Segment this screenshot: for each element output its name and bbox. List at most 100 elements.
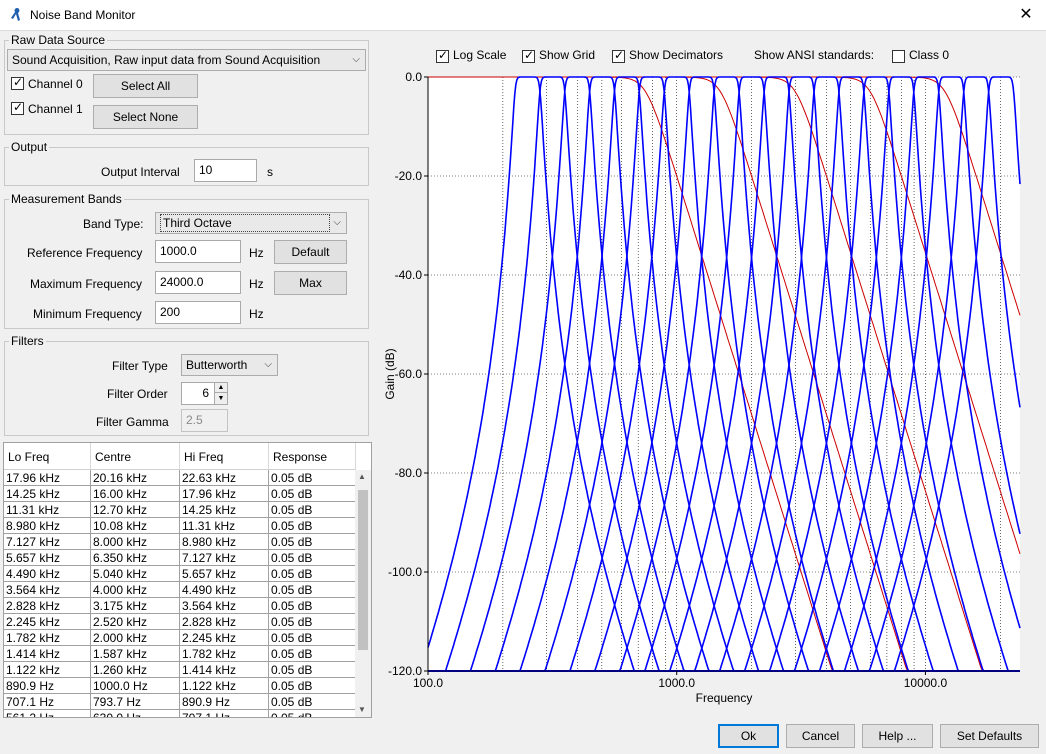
scrollbar-thumb[interactable] [358,490,368,650]
table-cell: 7.127 kHz [4,534,91,550]
column-header-response[interactable]: Response [269,443,356,470]
table-cell: 2.245 kHz [180,630,269,646]
table-cell: 0.05 dB [269,582,356,598]
select-none-button[interactable]: Select None [93,105,198,129]
column-header-centre[interactable]: Centre [91,443,180,470]
table-cell: 561.2 Hz [4,710,91,717]
table-row[interactable]: 17.96 kHz 20.16 kHz 22.63 kHz 0.05 dB [4,470,356,486]
title-bar: Noise Band Monitor ✕ [0,0,1046,31]
raw-data-source-title: Raw Data Source [9,33,108,47]
table-cell: 1000.0 Hz [91,678,180,694]
output-interval-input[interactable]: 10 [194,159,257,182]
table-scrollbar[interactable]: ▲ ▼ [355,470,371,717]
show-grid-checkbox[interactable] [522,48,535,63]
table-cell: 10.08 kHz [91,518,180,534]
cancel-button[interactable]: Cancel [786,724,855,748]
channel-1-checkbox[interactable] [11,100,24,115]
column-header-hi-freq[interactable]: Hi Freq [180,443,269,470]
table-row[interactable]: 5.657 kHz 6.350 kHz 7.127 kHz 0.05 dB [4,550,356,566]
filter-gamma-input: 2.5 [181,409,228,432]
data-source-value: Sound Acquisition, Raw input data from S… [12,53,321,67]
table-row[interactable]: 2.245 kHz 2.520 kHz 2.828 kHz 0.05 dB [4,614,356,630]
maximum-frequency-input[interactable]: 24000.0 [155,271,241,294]
table-row[interactable]: 2.828 kHz 3.175 kHz 3.564 kHz 0.05 dB [4,598,356,614]
spinner-up-icon[interactable]: ▲ [214,383,227,393]
chevron-down-icon: ⌵ [352,54,360,65]
table-row[interactable]: 3.564 kHz 4.000 kHz 4.490 kHz 0.05 dB [4,582,356,598]
table-row[interactable]: 1.122 kHz 1.260 kHz 1.414 kHz 0.05 dB [4,662,356,678]
maximum-frequency-label: Maximum Frequency [30,277,143,291]
table-cell: 14.25 kHz [180,502,269,518]
x-tick-label: 100.0 [413,676,443,690]
max-button[interactable]: Max [274,271,347,295]
table-cell: 0.05 dB [269,518,356,534]
table-cell: 0.05 dB [269,534,356,550]
help-button[interactable]: Help ... [862,724,933,748]
default-button[interactable]: Default [274,240,347,264]
ok-button[interactable]: Ok [718,724,779,748]
table-cell: 17.96 kHz [180,486,269,502]
table-cell: 0.05 dB [269,470,356,486]
table-row[interactable]: 7.127 kHz 8.000 kHz 8.980 kHz 0.05 dB [4,534,356,550]
set-defaults-button[interactable]: Set Defaults [940,724,1039,748]
reference-frequency-input[interactable]: 1000.0 [155,240,241,263]
measurement-bands-title: Measurement Bands [9,192,124,206]
y-tick-label: -60.0 [395,367,423,381]
table-row[interactable]: 561.2 Hz 630.0 Hz 707.1 Hz 0.05 dB [4,710,356,717]
class-0-checkbox[interactable] [892,50,905,63]
table-cell: 0.05 dB [269,630,356,646]
table-row[interactable]: 11.31 kHz 12.70 kHz 14.25 kHz 0.05 dB [4,502,356,518]
table-cell: 5.657 kHz [4,550,91,566]
table-row[interactable]: 707.1 Hz 793.7 Hz 890.9 Hz 0.05 dB [4,694,356,710]
minimum-frequency-input[interactable]: 200 [155,301,241,324]
scroll-up-icon[interactable]: ▲ [358,472,366,481]
y-tick-label: -20.0 [395,169,423,183]
ansi-standards-label: Show ANSI standards: [754,48,875,62]
table-cell: 11.31 kHz [4,502,91,518]
table-row[interactable]: 14.25 kHz 16.00 kHz 17.96 kHz 0.05 dB [4,486,356,502]
table-row[interactable]: 4.490 kHz 5.040 kHz 5.657 kHz 0.05 dB [4,566,356,582]
band-type-select[interactable]: Third Octave ⌵ [155,212,347,234]
output-group: Output [4,140,369,186]
log-scale-checkbox[interactable] [436,48,449,63]
table-row[interactable]: 1.414 kHz 1.587 kHz 1.782 kHz 0.05 dB [4,646,356,662]
table-cell: 0.05 dB [269,598,356,614]
table-cell: 8.980 kHz [4,518,91,534]
output-interval-label: Output Interval [101,165,180,179]
close-icon[interactable]: ✕ [1014,3,1038,27]
spinner-down-icon[interactable]: ▼ [214,393,227,404]
app-icon [11,8,20,21]
filter-type-select[interactable]: Butterworth ⌵ [181,354,278,376]
table-cell: 707.1 Hz [4,694,91,710]
scroll-down-icon[interactable]: ▼ [358,705,366,714]
table-cell: 16.00 kHz [91,486,180,502]
filter-order-label: Filter Order [107,387,168,401]
table-cell: 1.587 kHz [91,646,180,662]
table-cell: 0.05 dB [269,646,356,662]
table-cell: 707.1 Hz [180,710,269,717]
table-cell: 1.782 kHz [180,646,269,662]
x-tick-label: 1000.0 [658,676,695,690]
band-table[interactable]: Lo Freq Centre Hi Freq Response 17.96 kH… [3,442,372,718]
column-header-lo-freq[interactable]: Lo Freq [4,443,91,470]
table-row[interactable]: 8.980 kHz 10.08 kHz 11.31 kHz 0.05 dB [4,518,356,534]
x-axis-label: Frequency [696,691,753,705]
filter-response-chart: 0.0-20.0-40.0-60.0-80.0-100.0-120.0100.0… [383,70,1021,705]
table-row[interactable]: 890.9 Hz 1000.0 Hz 1.122 kHz 0.05 dB [4,678,356,694]
reference-frequency-label: Reference Frequency [27,246,143,260]
plot-area [428,77,1020,671]
table-row[interactable]: 1.782 kHz 2.000 kHz 2.245 kHz 0.05 dB [4,630,356,646]
show-decimators-checkbox[interactable] [612,48,625,63]
select-all-button[interactable]: Select All [93,74,198,98]
table-header: Lo Freq Centre Hi Freq Response [4,443,356,470]
table-cell: 1.414 kHz [180,662,269,678]
table-cell: 1.260 kHz [91,662,180,678]
channel-0-checkbox[interactable] [11,75,24,90]
table-cell: 0.05 dB [269,694,356,710]
filter-type-label: Filter Type [112,359,168,373]
data-source-select[interactable]: Sound Acquisition, Raw input data from S… [7,49,366,71]
table-cell: 3.564 kHz [4,582,91,598]
table-cell: 2.828 kHz [4,598,91,614]
table-cell: 4.490 kHz [4,566,91,582]
table-cell: 7.127 kHz [180,550,269,566]
